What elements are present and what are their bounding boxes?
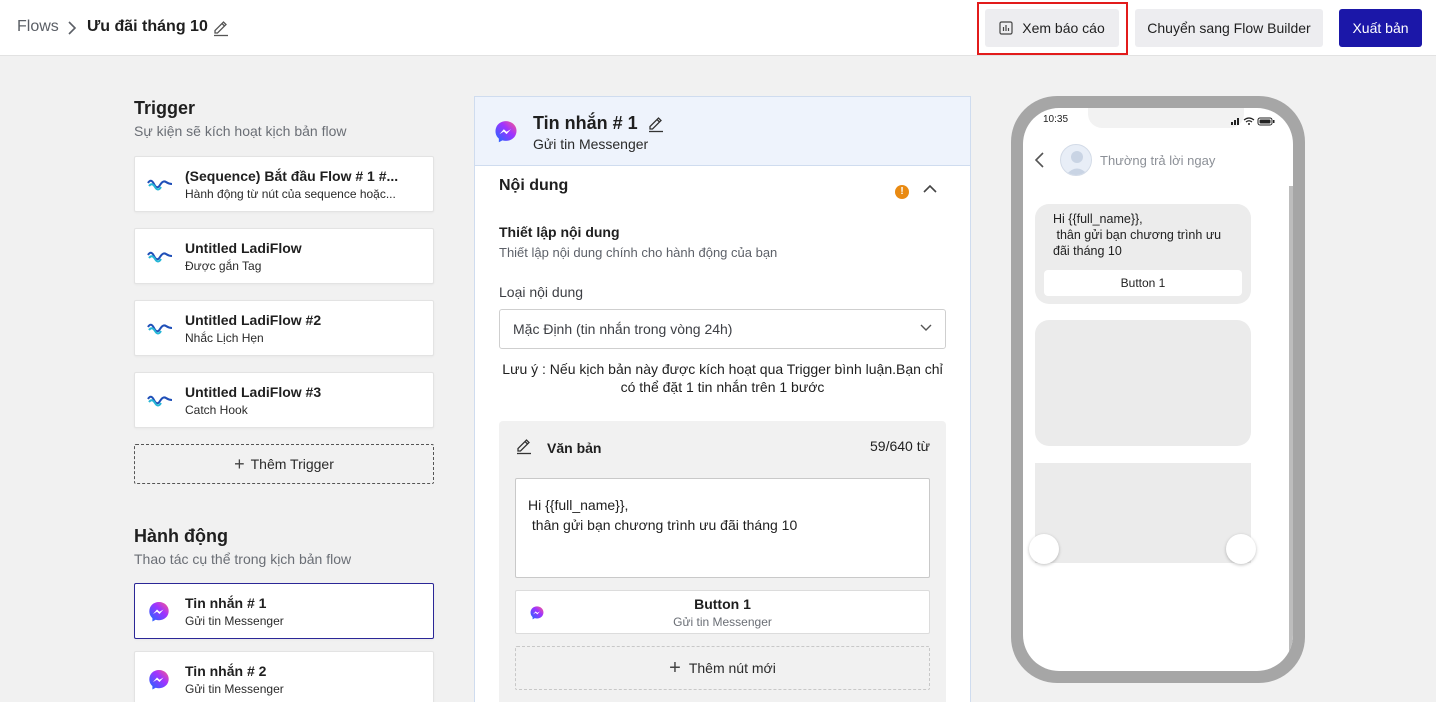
text-block: Văn bản 59/640 từ Hi {{full_name}}, thân… — [499, 421, 946, 702]
message-button-subtitle: Gửi tin Messenger — [673, 615, 772, 629]
publish-label: Xuất bản — [1352, 20, 1409, 36]
trigger-subtitle: Sự kiện sẽ kích hoạt kịch bản flow — [134, 123, 347, 139]
message-textarea[interactable]: Hi {{full_name}}, thân gửi bạn chương tr… — [515, 478, 930, 578]
edit-action-name-icon[interactable] — [647, 115, 665, 133]
ladiflow-wave-icon — [147, 251, 173, 263]
trigger-card[interactable]: Untitled LadiFlow #2 Nhắc Lịch Hẹn — [134, 300, 434, 356]
content-type-value: Mặc Định (tin nhắn trong vòng 24h) — [513, 321, 733, 337]
content-type-label: Loại nội dung — [499, 284, 584, 300]
actions-subtitle: Thao tác cụ thể trong kịch bản flow — [134, 551, 352, 567]
flow-title: Ưu đãi tháng 10 — [87, 18, 208, 35]
content-type-select[interactable]: Mặc Định (tin nhắn trong vòng 24h) — [499, 309, 946, 349]
chevron-up-icon[interactable] — [921, 180, 939, 198]
word-count: 59/640 từ — [870, 438, 930, 454]
trigger-card-subtitle: Nhắc Lịch Hẹn — [185, 331, 264, 345]
switch-flow-builder-label: Chuyển sang Flow Builder — [1147, 20, 1311, 36]
phone-screen: 10:35 Thường trả lời ngay Hi {{full_name… — [1023, 108, 1293, 671]
action-card-title: Tin nhắn # 2 — [185, 663, 267, 679]
chevron-down-icon — [920, 324, 932, 331]
ladiflow-wave-icon — [147, 323, 173, 335]
pencil-icon — [517, 439, 531, 455]
trigger-card-title: Untitled LadiFlow #2 — [185, 312, 322, 328]
editor-header: Tin nhắn # 1 Gửi tin Messenger — [475, 97, 970, 166]
trigger-card[interactable]: Untitled LadiFlow Được gắn Tag — [134, 228, 434, 284]
edit-title-icon[interactable] — [212, 19, 230, 37]
action-card[interactable]: Tin nhắn # 2 Gửi tin Messenger — [134, 651, 434, 702]
ladiflow-wave-icon — [147, 179, 173, 191]
add-new-button[interactable]: + Thêm nút mới — [515, 646, 930, 690]
add-trigger-button[interactable]: + Thêm Trigger — [134, 444, 434, 484]
setup-title: Thiết lập nội dung — [499, 224, 620, 240]
trigger-card[interactable]: (Sequence) Bắt đầu Flow # 1 #... Hành độ… — [134, 156, 434, 212]
text-block-label: Văn bản — [547, 440, 602, 456]
chevron-right-icon — [68, 21, 77, 35]
bar-chart-icon — [999, 21, 1013, 35]
preview-scrollbar[interactable] — [1289, 186, 1293, 666]
back-arrow-icon[interactable] — [1033, 151, 1045, 169]
messenger-icon — [149, 670, 169, 690]
message-button-title: Button 1 — [694, 596, 751, 612]
trigger-card-title: Untitled LadiFlow #3 — [185, 384, 322, 400]
trigger-card-title: Untitled LadiFlow — [185, 240, 302, 256]
action-editor-panel: Tin nhắn # 1 Gửi tin Messenger Nội dung … — [474, 96, 971, 702]
plus-icon: + — [234, 453, 245, 474]
message-placeholder — [1035, 320, 1251, 446]
switch-flow-builder-button[interactable]: Chuyển sang Flow Builder — [1135, 9, 1323, 47]
action-card[interactable]: Tin nhắn # 1 Gửi tin Messenger — [134, 583, 434, 639]
add-trigger-label: Thêm Trigger — [250, 456, 334, 472]
plus-icon: + — [669, 656, 681, 679]
trigger-card[interactable]: Untitled LadiFlow #3 Catch Hook — [134, 372, 434, 428]
carousel-next-button[interactable] — [1226, 534, 1256, 564]
action-card-subtitle: Gửi tin Messenger — [185, 614, 284, 628]
setup-subtitle: Thiết lập nội dung chính cho hành động c… — [499, 245, 778, 260]
bubble-text: Hi {{full_name}}, thân gửi bạn chương tr… — [1053, 212, 1222, 258]
content-section-title: Nội dung — [499, 177, 569, 194]
breadcrumb-flows[interactable]: Flows — [17, 18, 59, 36]
view-report-label: Xem báo cáo — [1022, 20, 1105, 36]
avatar — [1060, 144, 1092, 176]
ladiflow-wave-icon — [147, 395, 173, 407]
trigger-card-title: (Sequence) Bắt đầu Flow # 1 #... — [185, 168, 399, 184]
view-report-button[interactable]: Xem báo cáo — [985, 9, 1119, 47]
action-card-subtitle: Gửi tin Messenger — [185, 682, 284, 696]
publish-button[interactable]: Xuất bản — [1339, 9, 1422, 47]
trigger-comment-note: Lưu ý : Nếu kịch bản này được kích hoạt … — [502, 361, 943, 395]
messenger-icon — [495, 121, 517, 143]
editor-subtitle: Gửi tin Messenger — [533, 136, 649, 152]
message-bubble: Hi {{full_name}}, thân gửi bạn chương tr… — [1035, 204, 1251, 304]
action-card-title: Tin nhắn # 1 — [185, 595, 267, 611]
trigger-title: Trigger — [134, 98, 196, 118]
carousel-prev-button[interactable] — [1029, 534, 1059, 564]
message-button-row[interactable]: Button 1 Gửi tin Messenger — [515, 590, 930, 634]
reply-status: Thường trả lời ngay — [1100, 153, 1216, 168]
phone-preview: 10:35 Thường trả lời ngay Hi {{full_name… — [1011, 96, 1305, 683]
trigger-card-subtitle: Được gắn Tag — [185, 259, 262, 273]
phone-notch — [1088, 108, 1244, 128]
carousel-placeholder — [1035, 463, 1251, 563]
messenger-icon — [149, 602, 169, 622]
trigger-card-subtitle: Hành động từ nút của sequence hoặc... — [185, 187, 396, 201]
top-bar: Flows Ưu đãi tháng 10 Xem báo cáo Chuyển… — [0, 0, 1436, 56]
add-new-button-label: Thêm nút mới — [688, 660, 776, 676]
actions-title: Hành động — [134, 526, 228, 546]
warning-badge: ! — [895, 185, 909, 199]
status-bar-icons — [1231, 117, 1275, 126]
bubble-button[interactable]: Button 1 — [1044, 270, 1242, 296]
trigger-card-subtitle: Catch Hook — [185, 403, 248, 417]
user-icon — [1065, 151, 1089, 175]
editor-title: Tin nhắn # 1 — [533, 113, 638, 133]
status-time: 10:35 — [1043, 114, 1069, 125]
